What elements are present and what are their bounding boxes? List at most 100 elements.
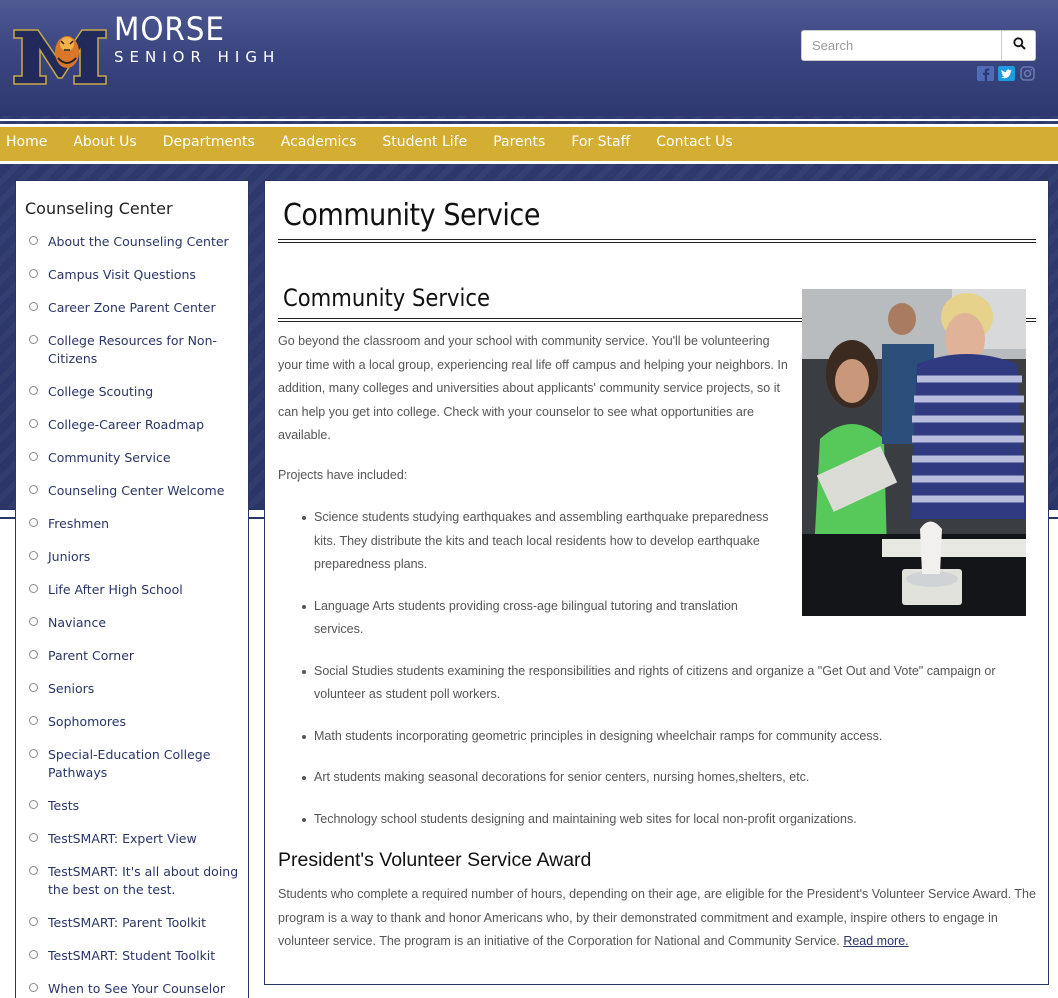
circle-bullet-icon <box>29 335 38 344</box>
sidebar-item-label: Parent Corner <box>48 648 135 663</box>
facebook-icon[interactable] <box>977 66 994 81</box>
main-content: Community Service Community Service Go b… <box>264 180 1049 985</box>
sidebar-item-label: College Scouting <box>48 384 154 399</box>
brand-title: MORSE <box>114 10 225 48</box>
sidebar-item[interactable]: Career Zone Parent Center <box>29 299 241 317</box>
circle-bullet-icon <box>29 584 38 593</box>
list-item: Math students incorporating geometric pr… <box>295 725 1035 749</box>
sidebar-item[interactable]: Freshmen <box>29 515 241 533</box>
sidebar-item-label: Life After High School <box>48 582 183 597</box>
award-heading: President's Volunteer Service Award <box>278 849 592 871</box>
intro-paragraph: Go beyond the classroom and your school … <box>278 334 788 442</box>
tiger-m-logo-icon[interactable] <box>12 28 108 86</box>
sidebar-item[interactable]: Community Service <box>29 449 241 467</box>
search-input[interactable] <box>802 31 1001 60</box>
sidebar-item-label: Seniors <box>48 681 95 696</box>
projects-list: Science students studying earthquakes an… <box>295 506 1035 849</box>
circle-bullet-icon <box>29 800 38 809</box>
twitter-icon[interactable] <box>998 66 1015 81</box>
main-nav: Home About Us Departments Academics Stud… <box>0 127 746 158</box>
sidebar-item-label: Freshmen <box>48 516 110 531</box>
sidebar-item[interactable]: TestSMART: Student Toolkit <box>29 947 241 965</box>
sidebar-item-label: TestSMART: It's all about doing the best… <box>48 864 239 897</box>
sidebar-item[interactable]: Seniors <box>29 680 241 698</box>
circle-bullet-icon <box>29 236 38 245</box>
sidebar-item[interactable]: Parent Corner <box>29 647 241 665</box>
sidebar-item[interactable]: Tests <box>29 797 241 815</box>
sidebar-item[interactable]: Special-Education College Pathways <box>29 746 241 782</box>
award-text: Students who complete a required number … <box>278 887 1036 948</box>
sidebar-item-label: Naviance <box>48 615 107 630</box>
sidebar-item[interactable]: TestSMART: Parent Toolkit <box>29 914 241 932</box>
sidebar-item-label: TestSMART: Parent Toolkit <box>48 915 206 930</box>
circle-bullet-icon <box>29 917 38 926</box>
sidebar-item-label: Community Service <box>48 450 171 465</box>
nav-item-academics[interactable]: Academics <box>268 127 370 158</box>
circle-bullet-icon <box>29 485 38 494</box>
sidebar-item[interactable]: TestSMART: It's all about doing the best… <box>29 863 241 899</box>
award-paragraph: Students who complete a required number … <box>278 883 1036 954</box>
sidebar-item-label: Counseling Center Welcome <box>48 483 225 498</box>
brand-subtitle: SENIOR HIGH <box>114 48 281 66</box>
sidebar-item[interactable]: Sophomores <box>29 713 241 731</box>
circle-bullet-icon <box>29 683 38 692</box>
sidebar-item[interactable]: About the Counseling Center <box>29 233 241 251</box>
nav-item-home[interactable]: Home <box>0 127 60 158</box>
circle-bullet-icon <box>29 716 38 725</box>
title-divider <box>278 239 1036 243</box>
circle-bullet-icon <box>29 650 38 659</box>
social-links <box>977 66 1036 81</box>
sidebar-item-label: College Resources for Non-Citizens <box>48 333 218 366</box>
read-more-link[interactable]: Read more. <box>843 934 908 948</box>
circle-bullet-icon <box>29 833 38 842</box>
nav-item-contact-us[interactable]: Contact Us <box>643 127 745 158</box>
sidebar-item-label: About the Counseling Center <box>48 234 229 249</box>
sidebar-item[interactable]: When to See Your Counselor <box>29 980 241 998</box>
sidebar-item-label: Sophomores <box>48 714 126 729</box>
sidebar-item-label: TestSMART: Student Toolkit <box>48 948 216 963</box>
sidebar-item-label: Career Zone Parent Center <box>48 300 216 315</box>
nav-item-for-staff[interactable]: For Staff <box>558 127 643 158</box>
nav-item-departments[interactable]: Departments <box>150 127 268 158</box>
circle-bullet-icon <box>29 749 38 758</box>
sidebar-item[interactable]: Life After High School <box>29 581 241 599</box>
sidebar-item[interactable]: TestSMART: Expert View <box>29 830 241 848</box>
sidebar-item-label: Campus Visit Questions <box>48 267 196 282</box>
sidebar-item[interactable]: Counseling Center Welcome <box>29 482 241 500</box>
sidebar-heading: Counseling Center <box>25 199 173 218</box>
circle-bullet-icon <box>29 983 38 992</box>
instagram-icon[interactable] <box>1019 66 1036 81</box>
nav-item-student-life[interactable]: Student Life <box>369 127 480 158</box>
list-item: Language Arts students providing cross-a… <box>295 595 775 642</box>
sidebar-item[interactable]: College Scouting <box>29 383 241 401</box>
circle-bullet-icon <box>29 617 38 626</box>
sidebar-item[interactable]: College-Career Roadmap <box>29 416 241 434</box>
sidebar-item-label: When to See Your Counselor <box>48 981 226 996</box>
search-button[interactable] <box>1001 31 1035 60</box>
search-icon <box>1012 36 1026 55</box>
circle-bullet-icon <box>29 866 38 875</box>
projects-label: Projects have included: <box>278 468 408 482</box>
circle-bullet-icon <box>29 302 38 311</box>
circle-bullet-icon <box>29 551 38 560</box>
list-item: Technology school students designing and… <box>295 808 1035 832</box>
sidebar-item[interactable]: College Resources for Non-Citizens <box>29 332 241 368</box>
nav-divider <box>0 161 1058 164</box>
sidebar-item[interactable]: Juniors <box>29 548 241 566</box>
sidebar-list: About the Counseling Center Campus Visit… <box>29 233 241 998</box>
nav-item-parents[interactable]: Parents <box>480 127 558 158</box>
sidebar-item-label: Special-Education College Pathways <box>48 747 211 780</box>
sidebar: Counseling Center About the Counseling C… <box>15 180 249 998</box>
sidebar-item[interactable]: Campus Visit Questions <box>29 266 241 284</box>
nav-item-about-us[interactable]: About Us <box>60 127 149 158</box>
section-title: Community Service <box>283 284 491 312</box>
sidebar-item[interactable]: Naviance <box>29 614 241 632</box>
sidebar-item-label: Tests <box>48 798 80 813</box>
sidebar-item-label: College-Career Roadmap <box>48 417 205 432</box>
list-item: Social Studies students examining the re… <box>295 660 1035 707</box>
list-item: Science students studying earthquakes an… <box>295 506 775 577</box>
sidebar-item-label: Juniors <box>48 549 91 564</box>
circle-bullet-icon <box>29 386 38 395</box>
page-title: Community Service <box>283 198 540 233</box>
sidebar-item-label: TestSMART: Expert View <box>48 831 197 846</box>
